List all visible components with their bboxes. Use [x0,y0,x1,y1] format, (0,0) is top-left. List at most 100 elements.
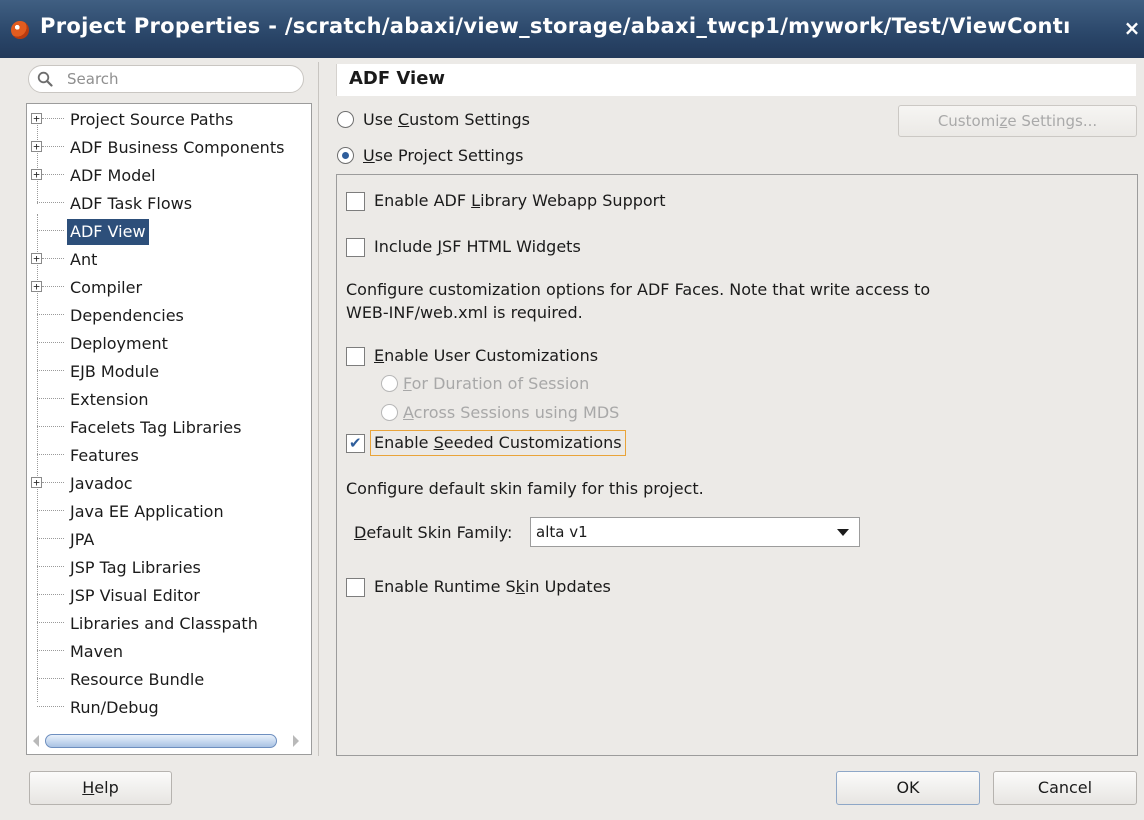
tree-connector [37,454,64,455]
tree-item[interactable]: Libraries and Classpath [27,610,311,638]
tree-item[interactable]: + Project Source Paths [27,106,311,134]
expand-icon[interactable]: + [31,281,42,292]
radio-indicator[interactable] [337,147,354,164]
tree-connector [37,706,64,707]
tree-item[interactable]: Extension [27,386,311,414]
enable-user-customizations-checkbox[interactable]: Enable User Customizations [346,346,746,372]
tree-item[interactable]: + Javadoc [27,470,311,498]
app-icon [11,21,29,39]
tree-connector [37,650,64,651]
scroll-left-icon[interactable] [33,735,39,747]
tree-item-label: Ant [70,250,98,269]
duration-of-session-radio[interactable]: For Duration of Session [381,372,681,398]
title-bar[interactable]: Project Properties - /scratch/abaxi/view… [0,0,1144,58]
checkbox-box[interactable] [346,238,365,257]
default-skin-family-label: Default Skin Family: [354,523,513,542]
tree-item[interactable]: Resource Bundle [27,666,311,694]
category-tree[interactable]: + Project Source Paths + ADF Business Compo… [26,103,312,755]
tree-connector [37,314,64,315]
checkbox-box[interactable] [346,347,365,366]
radio-label: Across Sessions using MDS [403,403,620,422]
tree-item[interactable]: JSP Visual Editor [27,582,311,610]
tree-connector [42,118,64,119]
cancel-button[interactable]: Cancel [993,771,1137,805]
tree-item[interactable]: Features [27,442,311,470]
customization-description-line-2: WEB-INF/web.xml is required. [346,303,583,322]
tree-item-label: ADF View [67,219,149,245]
project-properties-dialog: Project Properties - /scratch/abaxi/view… [0,0,1144,820]
tree-connector [37,510,64,511]
checkbox-box[interactable] [346,192,365,211]
tree-item[interactable]: + Compiler [27,274,311,302]
radio-indicator[interactable] [337,111,354,128]
checkbox-box[interactable]: ✔ [346,434,365,453]
tree-item[interactable]: Dependencies [27,302,311,330]
include-jsf-html-widgets-checkbox[interactable]: Include JSF HTML Widgets [346,237,746,263]
customize-settings-button[interactable]: Customize Settings... [898,105,1137,137]
tree-item[interactable]: Maven [27,638,311,666]
tree-item-label: Extension [70,390,149,409]
tree-connector [37,426,64,427]
tree-item[interactable]: EJB Module [27,358,311,386]
tree-item-label: ADF Model [70,166,156,185]
tree-item[interactable]: Run/Debug [27,694,311,722]
expand-icon[interactable]: + [31,477,42,488]
enable-seeded-customizations-checkbox[interactable]: ✔ Enable Seeded Customizations [346,430,746,459]
tree-item-label: Java EE Application [70,502,224,521]
expand-icon[interactable]: + [31,113,42,124]
tree-horizontal-scrollbar[interactable] [29,732,309,750]
tree-item-label: Project Source Paths [70,110,234,129]
tree-item-label: JSP Tag Libraries [70,558,201,577]
across-sessions-mds-radio[interactable]: Across Sessions using MDS [381,401,681,427]
tree-connector [37,566,64,567]
tree-item[interactable]: ADF View [27,218,311,246]
tree-item-label: ADF Task Flows [70,194,193,213]
tree-connector [42,146,64,147]
use-custom-settings-radio[interactable]: Use Custom Settings [337,108,657,134]
search-icon [37,71,53,87]
help-button[interactable]: Help [29,771,172,805]
tree-item-label: JPA [70,530,95,549]
checkbox-label: Enable ADF Library Webapp Support [374,191,666,210]
tree-item[interactable]: + Ant [27,246,311,274]
tree-item-label: Libraries and Classpath [70,614,258,633]
expand-icon[interactable]: + [31,169,42,180]
scroll-right-icon[interactable] [293,735,299,747]
use-project-settings-radio[interactable]: Use Project Settings [337,144,657,170]
tree-item[interactable]: + ADF Model [27,162,311,190]
tree-item[interactable]: Facelets Tag Libraries [27,414,311,442]
customization-description-line-1: Configure customization options for ADF … [346,280,931,299]
radio-indicator[interactable] [381,375,398,392]
panel-splitter[interactable] [318,62,319,756]
tree-item[interactable]: JSP Tag Libraries [27,554,311,582]
expand-icon[interactable]: + [31,141,42,152]
tree-item-label: Features [70,446,139,465]
enable-adf-library-webapp-checkbox[interactable]: Enable ADF Library Webapp Support [346,191,746,217]
expand-icon[interactable]: + [31,253,42,264]
checkbox-label: Enable Runtime Skin Updates [374,577,611,596]
scrollbar-thumb[interactable] [45,734,277,748]
tree-item[interactable]: Deployment [27,330,311,358]
radio-indicator[interactable] [381,404,398,421]
checkbox-box[interactable] [346,578,365,597]
tree-item[interactable]: Java EE Application [27,498,311,526]
tree-item-label: JSP Visual Editor [70,586,200,605]
tree-connector [42,482,64,483]
default-skin-family-select[interactable]: alta v1 [530,517,860,547]
search-box[interactable] [28,65,304,93]
ok-button[interactable]: OK [836,771,980,805]
tree-item-label: ADF Business Components [70,138,285,157]
radio-label: Use Custom Settings [363,110,530,129]
tree-item[interactable]: + ADF Business Components [27,134,311,162]
chevron-down-icon[interactable] [837,529,849,536]
enable-runtime-skin-updates-checkbox[interactable]: Enable Runtime Skin Updates [346,577,746,603]
tree-connector [37,594,64,595]
search-input[interactable] [67,69,293,89]
window-title: Project Properties - /scratch/abaxi/view… [40,14,1071,38]
tree-connector [37,622,64,623]
tree-item[interactable]: ADF Task Flows [27,190,311,218]
close-icon[interactable]: × [1122,17,1142,39]
tree-item[interactable]: JPA [27,526,311,554]
section-header: ADF View [336,64,1136,96]
tree-connector [37,398,64,399]
